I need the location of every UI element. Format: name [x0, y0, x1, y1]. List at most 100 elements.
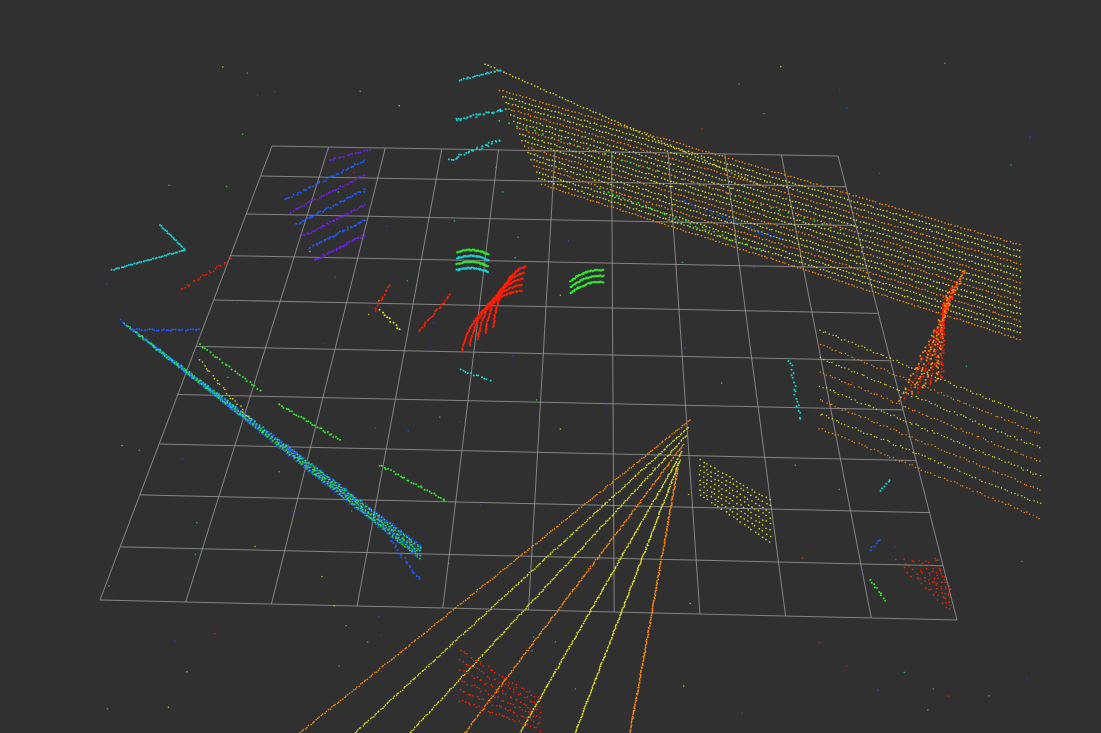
- point-streak: [822, 186, 825, 188]
- point-streak: [1015, 268, 1018, 270]
- point-streak: [737, 172, 740, 174]
- point-streak: [666, 185, 668, 187]
- point-streak: [1013, 286, 1016, 288]
- point-streak: [997, 431, 999, 433]
- point-streak: [366, 508, 369, 511]
- point-streak: [648, 156, 650, 159]
- point-streak: [975, 449, 977, 452]
- point-streak: [901, 263, 903, 266]
- point-streak: [525, 127, 527, 129]
- point-streak: [957, 399, 959, 402]
- point-streak: [921, 454, 923, 456]
- point-streak: [880, 452, 882, 454]
- point-streak: [786, 256, 789, 259]
- point-streak: [317, 472, 320, 475]
- point-streak: [997, 288, 1000, 290]
- point-streak: [876, 208, 879, 210]
- point-streak: [867, 217, 870, 219]
- point-streak: [820, 274, 822, 276]
- point-streak: [870, 349, 872, 351]
- point-streak: [762, 185, 764, 188]
- point-streak: [524, 140, 527, 142]
- point-streak: [1009, 336, 1012, 338]
- point-streak: [388, 532, 391, 535]
- point-streak: [343, 499, 346, 501]
- point-streak: [846, 259, 848, 262]
- point-streak: [189, 375, 192, 378]
- point-streak: [525, 129, 528, 131]
- point-streak: [850, 200, 852, 202]
- point-streak: [944, 450, 946, 453]
- point-streak: [835, 279, 838, 281]
- point-streak: [416, 546, 418, 548]
- point-streak: [582, 147, 585, 150]
- point-streak: [829, 229, 832, 232]
- point-streak: [365, 512, 368, 515]
- point-streak: [594, 179, 596, 181]
- point-streak: [818, 250, 821, 252]
- point-streak: [697, 166, 699, 168]
- point-streak: [557, 139, 560, 142]
- point-streak: [280, 440, 283, 443]
- point-streak: [759, 225, 762, 228]
- point-streak: [613, 157, 616, 159]
- point-streak: [771, 170, 773, 173]
- point-streak: [687, 150, 690, 153]
- point-streak: [493, 67, 496, 69]
- point-streak: [1001, 416, 1003, 419]
- point-streak: [845, 210, 847, 212]
- point-streak: [622, 148, 624, 150]
- point-streak: [863, 374, 865, 376]
- point-streak: [859, 221, 862, 223]
- point-streak: [907, 247, 910, 249]
- point-streak: [513, 115, 515, 117]
- point-streak: [838, 244, 841, 246]
- point-streak: [635, 164, 638, 166]
- point-streak: [820, 190, 822, 193]
- point-streak: [915, 382, 918, 384]
- 3d-viewport[interactable]: [0, 0, 1101, 733]
- point-streak: [478, 74, 481, 77]
- point-streak: [543, 89, 545, 91]
- point-streak: [857, 250, 860, 252]
- point-streak: [660, 193, 662, 196]
- point-streak: [939, 294, 942, 296]
- point-streak: [996, 255, 999, 258]
- point-streak: [931, 310, 934, 313]
- point-streak: [1020, 439, 1022, 441]
- point-streak: [903, 289, 905, 291]
- point-streak: [938, 320, 941, 323]
- point-streak: [831, 361, 833, 364]
- point-streak: [764, 186, 767, 188]
- point-streak: [551, 176, 553, 178]
- point-streak: [970, 297, 972, 300]
- point-streak: [611, 178, 613, 180]
- point-streak: [925, 414, 927, 417]
- point-streak: [637, 175, 639, 178]
- point-streak: [904, 563, 907, 565]
- point-streak: [994, 500, 996, 502]
- point-streak: [726, 192, 729, 195]
- point-streak: [946, 423, 948, 425]
- point-streak: [589, 177, 591, 179]
- point-streak: [902, 252, 905, 254]
- point-streak: [777, 171, 780, 174]
- point-streak: [848, 283, 850, 285]
- point-streak: [359, 507, 362, 510]
- point-streak: [843, 240, 846, 242]
- point-streak: [750, 164, 753, 166]
- point-streak: [886, 210, 888, 212]
- point-streak: [1005, 503, 1007, 506]
- point-streak: [750, 175, 753, 178]
- point-streak: [946, 296, 949, 299]
- point-streak: [679, 149, 681, 151]
- point-streak: [911, 367, 913, 369]
- point-streak: [651, 173, 653, 176]
- point-streak: [976, 436, 978, 438]
- point-streak: [897, 269, 900, 272]
- point-streak: [900, 257, 902, 259]
- point-streak: [846, 241, 849, 244]
- point-streak: [1039, 475, 1042, 477]
- point-streak: [632, 128, 635, 130]
- point-streak: [683, 195, 685, 197]
